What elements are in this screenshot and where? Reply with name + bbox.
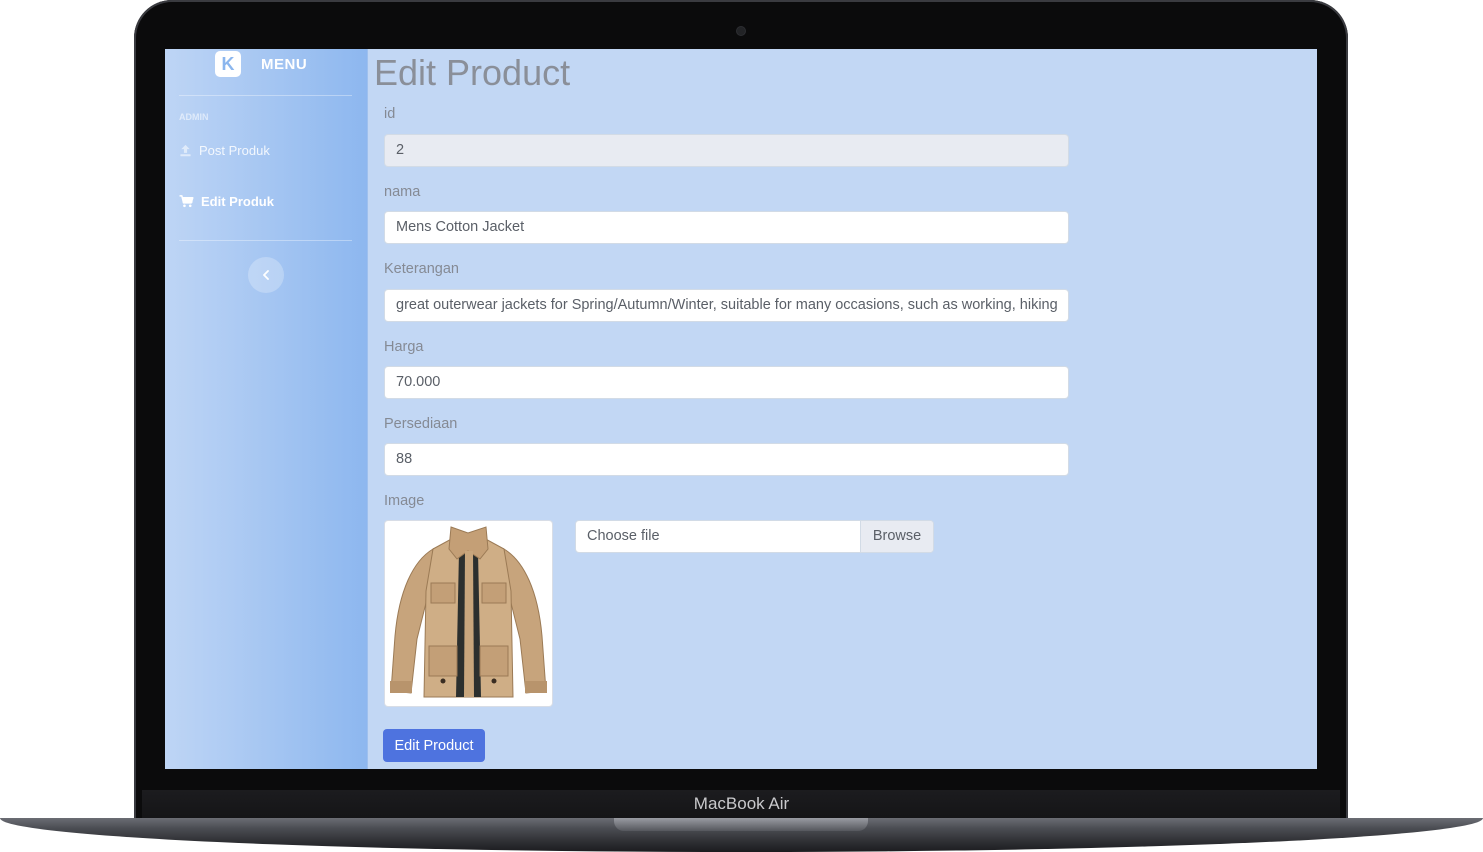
sidebar-item-post-produk[interactable]: Post Produk: [179, 143, 270, 158]
product-image-preview: [384, 520, 553, 707]
sidebar-divider: [179, 240, 352, 241]
page-title: Edit Product: [374, 52, 571, 93]
keterangan-label: Keterangan: [384, 261, 459, 277]
persediaan-label: Persediaan: [384, 416, 458, 432]
file-placeholder: Choose file: [587, 528, 660, 544]
screen: K MENU ADMIN Post Produk Edit Produk Edi…: [165, 49, 1317, 769]
sidebar: K MENU ADMIN Post Produk Edit Produk: [165, 49, 368, 769]
chevron-left-icon: [263, 270, 269, 280]
sidebar-heading: ADMIN: [179, 112, 209, 122]
device-brand-label: MacBook Air: [693, 794, 790, 813]
harga-label: Harga: [384, 339, 424, 355]
cart-icon: [179, 195, 194, 208]
harga-field[interactable]: 70.000: [384, 366, 1069, 399]
sidebar-divider: [179, 95, 352, 96]
image-label: Image: [384, 493, 425, 509]
main-content: Edit Product id 2 nama Mens Cotton Jacke…: [367, 49, 1317, 769]
sidebar-item-label: Edit Produk: [201, 194, 274, 209]
sidebar-item-edit-produk[interactable]: Edit Produk: [179, 194, 274, 209]
id-label: id: [384, 106, 396, 122]
webcam: [737, 27, 745, 35]
keterangan-field[interactable]: great outerwear jackets for Spring/Autum…: [384, 289, 1069, 322]
image-file-input[interactable]: Choose file Browse: [575, 520, 934, 553]
jacket-image: [390, 526, 547, 698]
id-field[interactable]: 2: [384, 134, 1069, 167]
sidebar-toggle-button[interactable]: [248, 257, 284, 293]
nama-field[interactable]: Mens Cotton Jacket: [384, 211, 1069, 244]
menu-title: MENU: [261, 55, 308, 73]
nama-label: nama: [384, 184, 421, 200]
sidebar-item-label: Post Produk: [199, 143, 270, 158]
sidebar-brand[interactable]: K MENU: [215, 51, 307, 77]
persediaan-field[interactable]: 88: [384, 443, 1069, 476]
browse-button[interactable]: Browse: [860, 521, 933, 552]
edit-product-button[interactable]: Edit Product: [383, 729, 485, 762]
laptop-notch: [614, 818, 868, 831]
upload-icon: [180, 144, 191, 157]
brand-logo: K: [215, 51, 241, 77]
